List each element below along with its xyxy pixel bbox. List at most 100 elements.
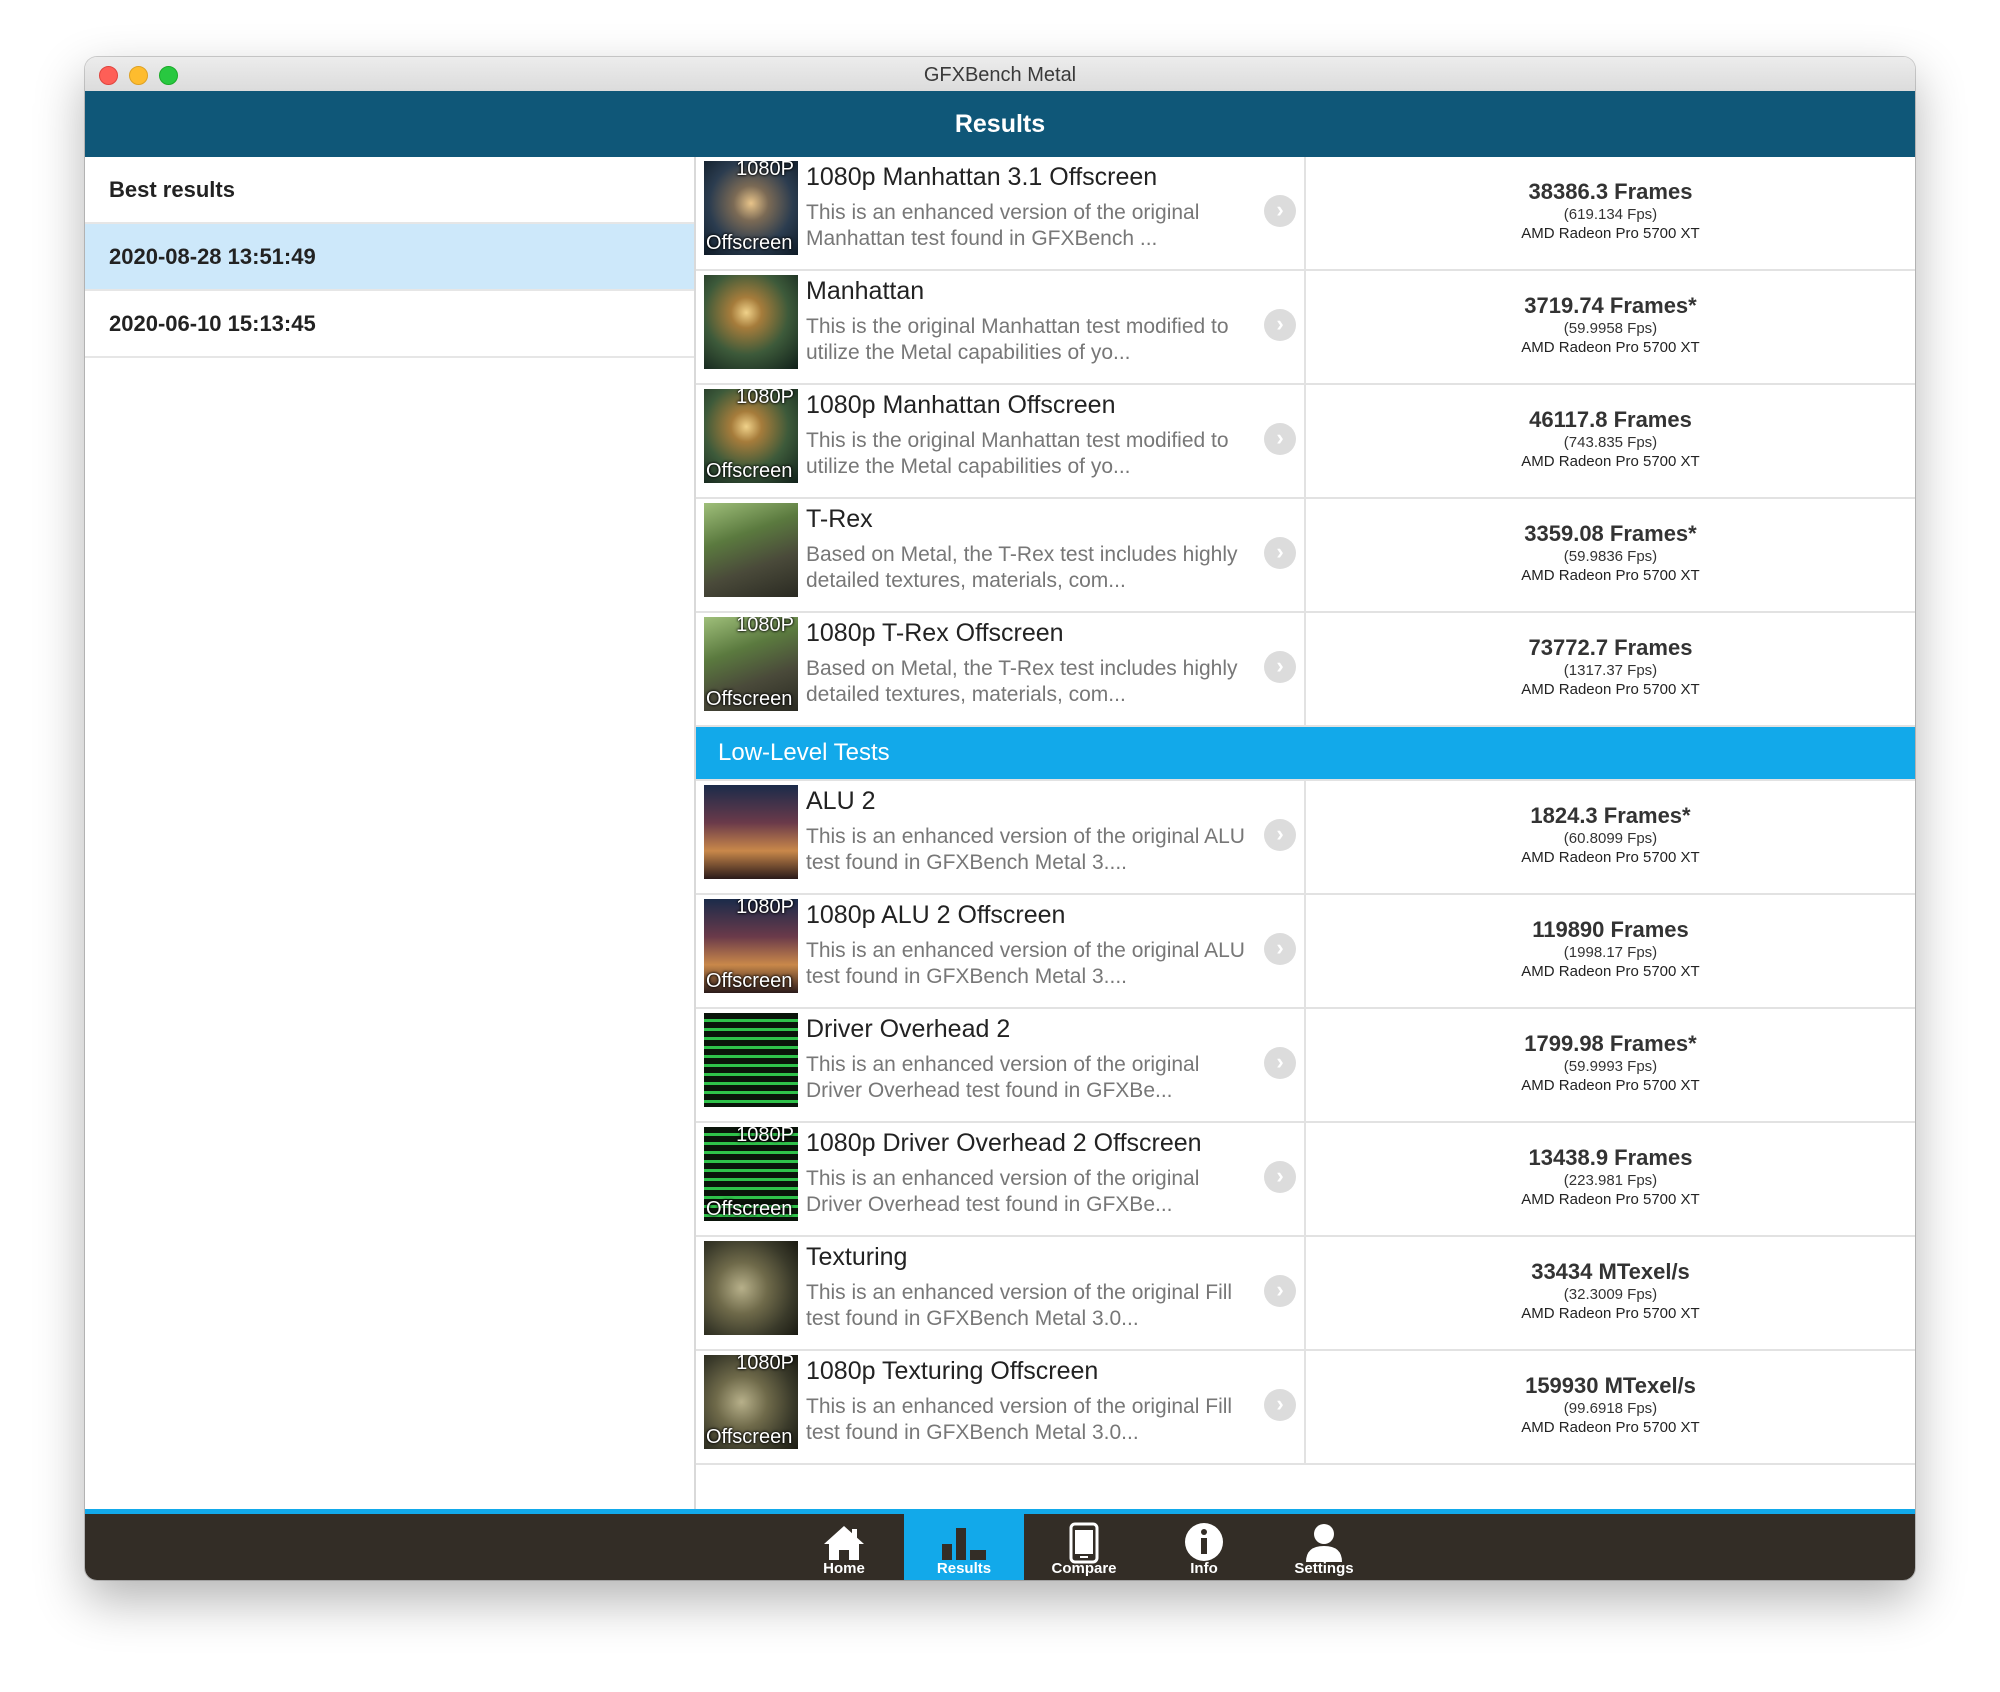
tab-results-label: Results xyxy=(936,1560,992,1577)
thumb-offscreen-label: Offscreen xyxy=(706,688,793,710)
chevron-right-icon[interactable]: › xyxy=(1264,1389,1296,1421)
test-title: Manhattan xyxy=(806,277,925,305)
test-thumbnail xyxy=(704,1241,798,1335)
chevron-right-icon[interactable]: › xyxy=(1264,1275,1296,1307)
score-frames: 3359.08 Frames* xyxy=(1524,521,1697,546)
chevron-right-icon[interactable]: › xyxy=(1264,195,1296,227)
chevron-right-icon[interactable]: › xyxy=(1264,819,1296,851)
score-gpu: AMD Radeon Pro 5700 XT xyxy=(1521,1305,1700,1322)
test-thumbnail: 1080P Offscreen xyxy=(704,161,798,255)
thumb-offscreen-label: Offscreen xyxy=(706,460,793,482)
test-thumbnail xyxy=(704,785,798,879)
score-fps: (1317.37 Fps) xyxy=(1563,662,1658,679)
score-fps: (59.9958 Fps) xyxy=(1563,320,1658,337)
window-title: GFXBench Metal xyxy=(923,64,1077,86)
result-row[interactable]: 1080P Offscreen 1080p Manhattan Offscree… xyxy=(696,385,1915,499)
sidebar-item-best-results[interactable]: Best results xyxy=(85,157,694,224)
result-row[interactable]: Driver Overhead 2 This is an enhanced ve… xyxy=(696,1009,1915,1123)
score-frames: 38386.3 Frames xyxy=(1528,179,1693,204)
home-icon xyxy=(824,1526,864,1560)
result-row[interactable]: 1080P Offscreen 1080p T-Rex Offscreen Ba… xyxy=(696,613,1915,727)
score-frames: 1799.98 Frames* xyxy=(1524,1031,1697,1056)
score-gpu: AMD Radeon Pro 5700 XT xyxy=(1521,567,1700,584)
chevron-right-icon[interactable]: › xyxy=(1264,933,1296,965)
score-frames: 1824.3 Frames* xyxy=(1530,803,1691,828)
chevron-right-icon[interactable]: › xyxy=(1264,309,1296,341)
score-cell: 73772.7 Frames (1317.37 Fps) AMD Radeon … xyxy=(1306,613,1915,698)
sidebar-item-result-2020-06-10[interactable]: 2020-06-10 15:13:45 xyxy=(85,291,694,358)
score-fps: (223.981 Fps) xyxy=(1563,1172,1658,1189)
score-cell: 33434 MTexel/s (32.3009 Fps) AMD Radeon … xyxy=(1306,1237,1915,1322)
thumb-1080p-label: 1080P xyxy=(736,899,794,918)
score-cell: 119890 Frames (1998.17 Fps) AMD Radeon P… xyxy=(1306,895,1915,980)
score-gpu: AMD Radeon Pro 5700 XT xyxy=(1521,1419,1700,1436)
test-title: 1080p Manhattan 3.1 Offscreen xyxy=(806,163,1158,191)
test-title: ALU 2 xyxy=(806,787,876,815)
chevron-right-icon[interactable]: › xyxy=(1264,1161,1296,1193)
score-gpu: AMD Radeon Pro 5700 XT xyxy=(1521,681,1700,698)
page-title: Results xyxy=(85,91,1915,157)
score-fps: (619.134 Fps) xyxy=(1563,206,1658,223)
bar-chart-icon xyxy=(942,1528,986,1560)
score-fps: (99.6918 Fps) xyxy=(1563,1400,1658,1417)
score-gpu: AMD Radeon Pro 5700 XT xyxy=(1521,453,1700,470)
test-description: This is an enhanced version of the origi… xyxy=(806,1053,1200,1102)
user-icon xyxy=(1306,1524,1342,1562)
test-title: 1080p Manhattan Offscreen xyxy=(806,391,1116,419)
test-description: This is the original Manhattan test modi… xyxy=(806,429,1229,478)
thumb-offscreen-label: Offscreen xyxy=(706,1426,793,1448)
chevron-right-icon[interactable]: › xyxy=(1264,423,1296,455)
score-fps: (32.3009 Fps) xyxy=(1563,1286,1658,1303)
score-frames: 3719.74 Frames* xyxy=(1524,293,1697,318)
test-description: This is an enhanced version of the origi… xyxy=(806,1167,1200,1216)
tab-results[interactable]: Results xyxy=(904,1514,1024,1580)
score-gpu: AMD Radeon Pro 5700 XT xyxy=(1521,225,1700,242)
result-row[interactable]: 1080P Offscreen 1080p ALU 2 Offscreen Th… xyxy=(696,895,1915,1009)
result-row[interactable]: 1080P Offscreen 1080p Texturing Offscree… xyxy=(696,1351,1915,1465)
title-bar: GFXBench Metal xyxy=(85,57,1915,92)
tab-home-label: Home xyxy=(823,1560,865,1577)
test-title: T-Rex xyxy=(806,505,873,533)
test-title: 1080p ALU 2 Offscreen xyxy=(806,901,1066,929)
test-description: Based on Metal, the T-Rex test includes … xyxy=(806,657,1238,706)
sidebar-item-result-2020-08-28[interactable]: 2020-08-28 13:51:49 xyxy=(85,224,694,291)
chevron-right-icon[interactable]: › xyxy=(1264,537,1296,569)
tab-home[interactable]: Home xyxy=(784,1514,904,1580)
thumb-offscreen-label: Offscreen xyxy=(706,970,793,992)
results-list: 1080P Offscreen 1080p Manhattan 3.1 Offs… xyxy=(696,157,1915,1509)
score-frames: 13438.9 Frames xyxy=(1528,1145,1693,1170)
result-row[interactable]: T-Rex Based on Metal, the T-Rex test inc… xyxy=(696,499,1915,613)
chevron-right-icon[interactable]: › xyxy=(1264,1047,1296,1079)
result-row[interactable]: ALU 2 This is an enhanced version of the… xyxy=(696,781,1915,895)
sidebar: Best results 2020-08-28 13:51:49 2020-06… xyxy=(85,157,696,1509)
score-cell: 46117.8 Frames (743.835 Fps) AMD Radeon … xyxy=(1306,385,1915,470)
score-cell: 38386.3 Frames (619.134 Fps) AMD Radeon … xyxy=(1306,157,1915,242)
result-row[interactable]: Manhattan This is the original Manhattan… xyxy=(696,271,1915,385)
test-thumbnail: 1080P Offscreen xyxy=(704,617,798,711)
score-cell: 1824.3 Frames* (60.8099 Fps) AMD Radeon … xyxy=(1306,781,1915,866)
result-row[interactable]: Texturing This is an enhanced version of… xyxy=(696,1237,1915,1351)
thumb-offscreen-label: Offscreen xyxy=(706,232,793,254)
score-fps: (59.9836 Fps) xyxy=(1563,548,1658,565)
thumb-offscreen-label: Offscreen xyxy=(706,1198,793,1220)
score-gpu: AMD Radeon Pro 5700 XT xyxy=(1521,339,1700,356)
result-row[interactable]: 1080P Offscreen 1080p Manhattan 3.1 Offs… xyxy=(696,157,1915,271)
info-icon xyxy=(1185,1523,1223,1561)
score-frames: 46117.8 Frames xyxy=(1529,407,1692,432)
chevron-right-icon[interactable]: › xyxy=(1264,651,1296,683)
score-cell: 3359.08 Frames* (59.9836 Fps) AMD Radeon… xyxy=(1306,499,1915,584)
test-thumbnail: 1080P Offscreen xyxy=(704,389,798,483)
result-row[interactable]: 1080P Offscreen 1080p Driver Overhead 2 … xyxy=(696,1123,1915,1237)
score-fps: (1998.17 Fps) xyxy=(1563,944,1658,961)
app-window: GFXBench Metal Results Best results 2020… xyxy=(85,57,1915,1580)
score-gpu: AMD Radeon Pro 5700 XT xyxy=(1521,849,1700,866)
tab-info[interactable]: Info xyxy=(1144,1514,1264,1580)
test-thumbnail xyxy=(704,503,798,597)
tab-compare[interactable]: Compare xyxy=(1024,1514,1144,1580)
tab-settings[interactable]: Settings xyxy=(1264,1514,1384,1580)
thumb-1080p-label: 1080P xyxy=(736,161,794,180)
test-description: Based on Metal, the T-Rex test includes … xyxy=(806,543,1238,592)
thumb-1080p-label: 1080P xyxy=(736,1355,794,1374)
test-description: This is an enhanced version of the origi… xyxy=(806,201,1200,250)
test-description: This is an enhanced version of the origi… xyxy=(806,1395,1233,1444)
